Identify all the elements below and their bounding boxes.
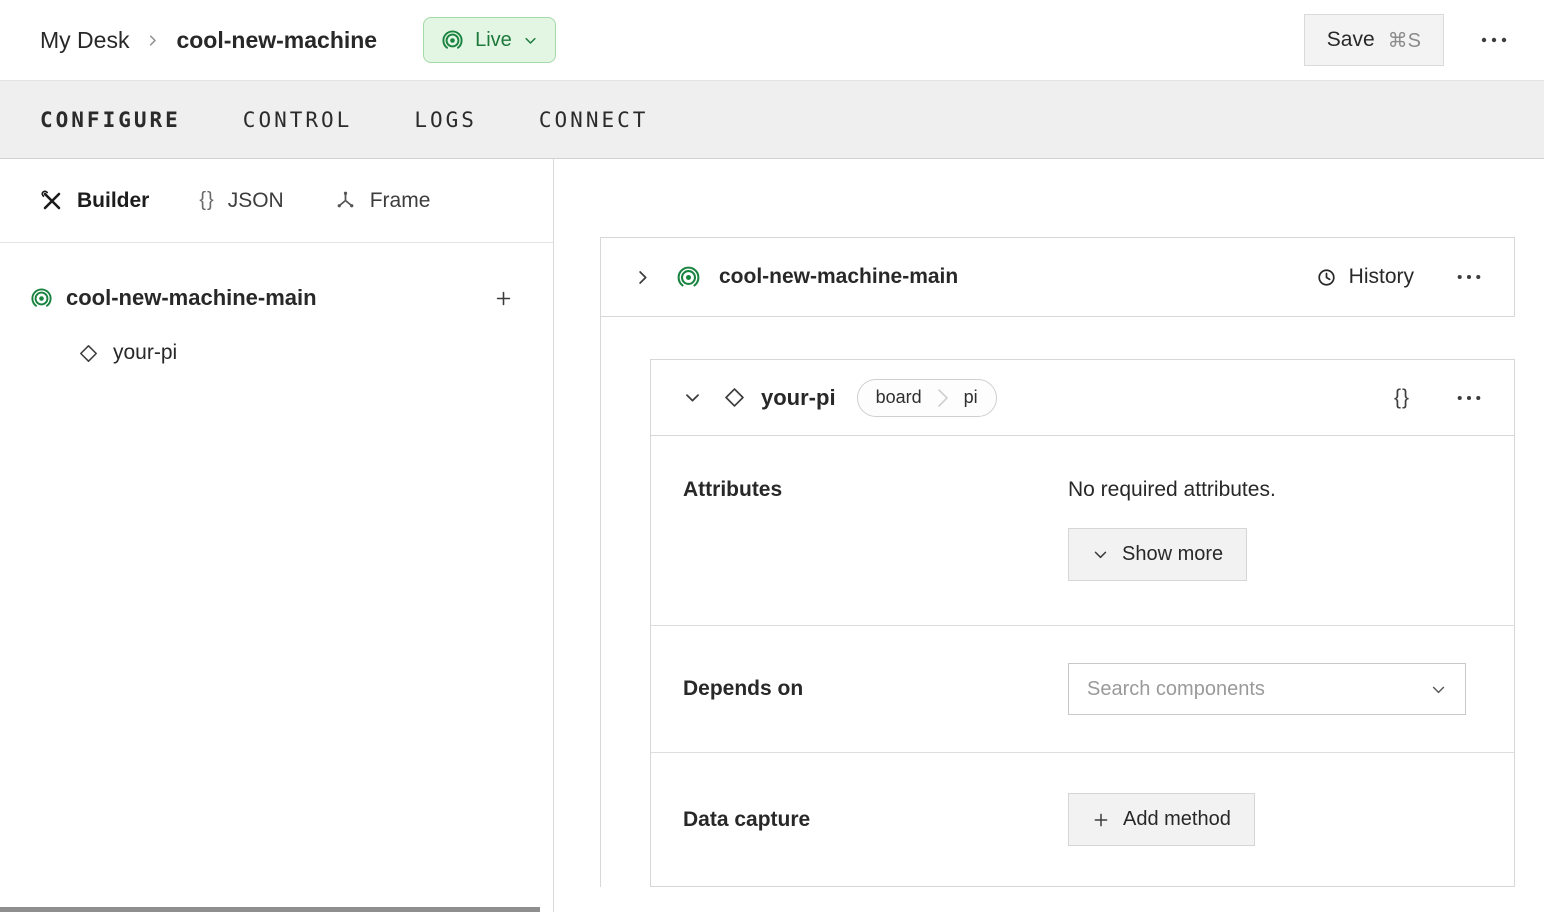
depends-on-section: Depends on Search components xyxy=(651,626,1514,753)
live-label: Live xyxy=(475,28,512,51)
header-overflow-menu-button[interactable] xyxy=(1474,30,1514,50)
history-button[interactable]: History xyxy=(1315,265,1414,289)
component-collapse-button[interactable] xyxy=(677,382,708,413)
breadcrumb-current: cool-new-machine xyxy=(176,26,378,53)
machine-part-card: cool-new-machine-main History xyxy=(600,237,1515,317)
breadcrumb-chevron-icon xyxy=(145,33,160,48)
builder-tools-icon xyxy=(40,189,64,213)
tab-configure[interactable]: CONFIGURE xyxy=(40,108,181,132)
add-method-button[interactable]: Add method xyxy=(1068,793,1255,846)
builder-main-panel: cool-new-machine-main History your-pi bo… xyxy=(554,159,1544,912)
show-more-label: Show more xyxy=(1122,543,1224,565)
ellipsis-icon xyxy=(1457,395,1481,400)
machine-tree: cool-new-machine-main your-pi xyxy=(0,243,553,377)
mode-frame-label: Frame xyxy=(369,188,431,212)
tree-indent-line xyxy=(600,317,601,887)
component-title: your-pi xyxy=(761,384,836,410)
mode-builder[interactable]: Builder xyxy=(40,189,149,213)
mode-json[interactable]: {} JSON xyxy=(199,189,283,213)
config-sidebar: Builder {} JSON Frame cool-new-machine-m… xyxy=(0,159,554,912)
mode-frame[interactable]: Frame xyxy=(334,188,431,213)
tree-machine-label: cool-new-machine-main xyxy=(66,285,317,310)
part-overflow-menu-button[interactable] xyxy=(1450,267,1488,287)
tag-pi: pi xyxy=(963,387,978,407)
chevron-right-icon xyxy=(639,270,647,284)
ellipsis-icon xyxy=(1457,274,1481,280)
save-label: Save xyxy=(1326,28,1375,51)
tab-logs[interactable]: LOGS xyxy=(414,108,477,132)
view-mode-toolbar: Builder {} JSON Frame xyxy=(0,159,553,243)
history-label: History xyxy=(1348,265,1414,288)
braces-icon: {} xyxy=(199,189,215,211)
depends-on-placeholder: Search components xyxy=(1087,677,1265,700)
attributes-section: Attributes No required attributes. Show … xyxy=(651,436,1514,626)
show-more-button[interactable]: Show more xyxy=(1068,528,1248,581)
breadcrumb: My Desk cool-new-machine xyxy=(40,27,377,54)
tree-machine-part-row[interactable]: cool-new-machine-main xyxy=(0,275,553,321)
machine-tab-bar: CONFIGURE CONTROL LOGS CONNECT xyxy=(0,81,1544,159)
machine-part-icon xyxy=(676,265,701,290)
live-status-dropdown[interactable]: Live xyxy=(423,17,556,63)
mode-builder-label: Builder xyxy=(77,188,150,212)
top-header: My Desk cool-new-machine Live Save ⌘S xyxy=(0,0,1544,81)
component-card-header: your-pi board pi {} xyxy=(651,360,1514,436)
save-shortcut: ⌘S xyxy=(1387,29,1421,52)
machine-part-title: cool-new-machine-main xyxy=(719,265,959,288)
data-capture-section: Data capture Add method xyxy=(651,753,1514,886)
tree-component-label: your-pi xyxy=(113,341,178,364)
component-type-tags: board pi xyxy=(856,378,997,417)
component-card-your-pi: your-pi board pi {} Attributes No requir… xyxy=(650,359,1515,887)
live-chevron-down-icon xyxy=(523,33,538,48)
tab-control[interactable]: CONTROL xyxy=(243,108,353,132)
add-method-label: Add method xyxy=(1123,808,1231,830)
horizontal-scrollbar[interactable] xyxy=(0,907,540,912)
mode-json-label: JSON xyxy=(227,188,284,212)
machine-part-icon xyxy=(30,287,53,310)
frame-axes-icon xyxy=(334,189,357,212)
component-diamond-icon xyxy=(78,343,99,364)
part-expand-button[interactable] xyxy=(627,262,658,293)
depends-on-select[interactable]: Search components xyxy=(1068,663,1466,715)
component-overflow-menu-button[interactable] xyxy=(1450,388,1488,408)
plus-icon xyxy=(1092,811,1110,829)
select-chevron-down-icon xyxy=(1430,681,1447,698)
history-clock-icon xyxy=(1315,266,1338,289)
breadcrumb-root-link[interactable]: My Desk xyxy=(40,27,129,54)
tree-component-your-pi[interactable]: your-pi xyxy=(0,329,553,377)
live-broadcast-icon xyxy=(441,29,464,52)
tag-board: board xyxy=(875,387,922,407)
component-json-button[interactable]: {} xyxy=(1388,380,1416,416)
chevron-down-icon xyxy=(1092,546,1109,563)
attributes-empty-text: No required attributes. xyxy=(1068,478,1276,501)
ellipsis-icon xyxy=(1481,37,1507,43)
depends-on-label: Depends on xyxy=(683,677,804,700)
plus-icon xyxy=(496,291,511,305)
data-capture-label: Data capture xyxy=(683,807,811,831)
tab-connect[interactable]: CONNECT xyxy=(539,108,649,132)
add-component-button[interactable] xyxy=(488,283,519,314)
attributes-label: Attributes xyxy=(683,478,783,501)
component-diamond-icon xyxy=(723,386,746,409)
chevron-down-icon xyxy=(686,394,699,402)
save-button[interactable]: Save ⌘S xyxy=(1303,14,1444,66)
tag-separator-chevron-icon xyxy=(936,388,950,408)
